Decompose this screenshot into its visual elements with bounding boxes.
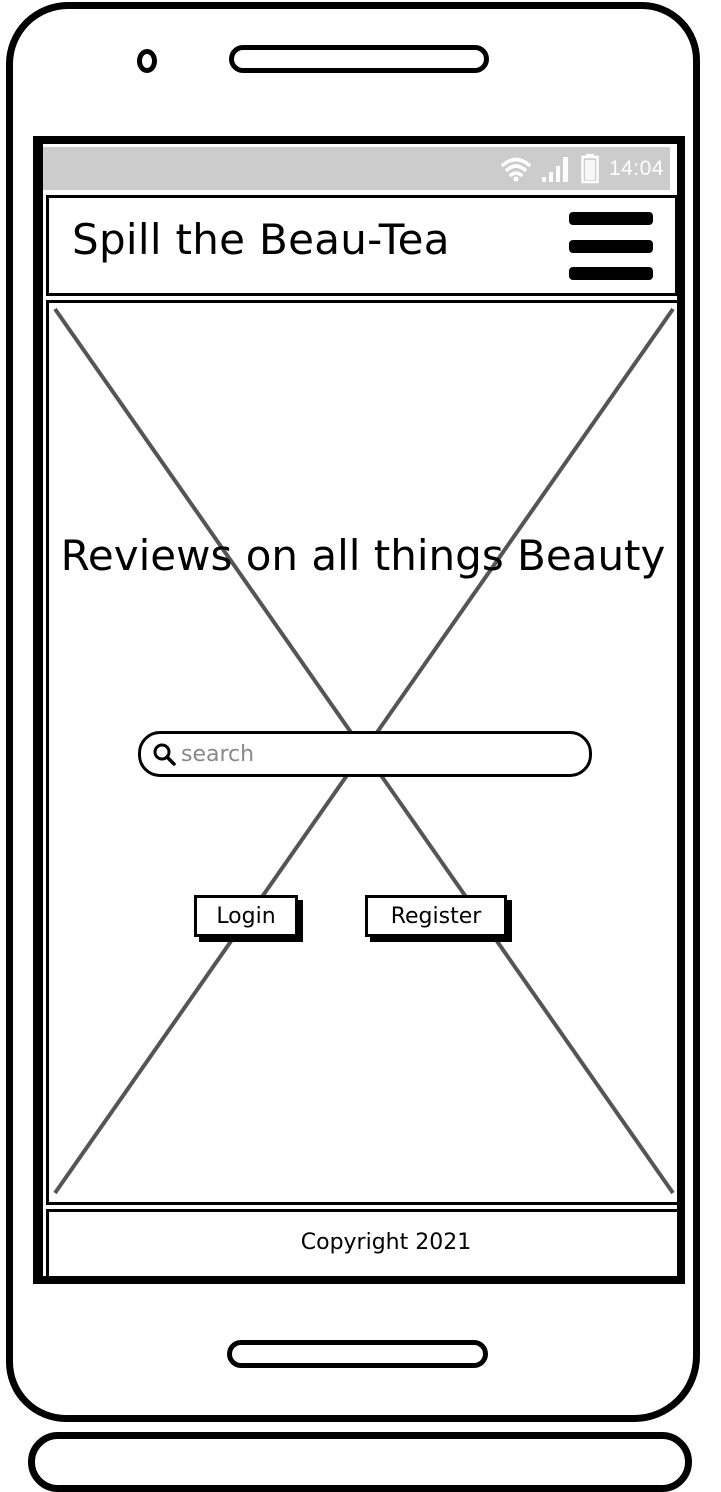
search-bar[interactable] [138, 731, 592, 777]
login-button[interactable]: Login [194, 895, 298, 937]
bottom-speaker [227, 1340, 488, 1368]
hamburger-menu-icon[interactable] [569, 212, 653, 282]
status-bar: 14:04 [43, 147, 670, 190]
hero-title: Reviews on all things Beauty [60, 531, 666, 580]
copyright-text: Copyright 2021 [300, 1230, 472, 1255]
wifi-icon [501, 156, 531, 182]
menu-bar-bottom [569, 267, 653, 280]
phone-bottom-edge [28, 1432, 692, 1492]
app-title: Spill the Beau-Tea [72, 215, 450, 264]
battery-icon [581, 153, 599, 184]
app-header: Spill the Beau-Tea [46, 195, 678, 296]
register-button[interactable]: Register [365, 895, 507, 937]
status-icons: 14:04 [501, 147, 664, 190]
status-time: 14:04 [608, 156, 664, 180]
menu-bar-top [569, 212, 653, 225]
front-camera [137, 49, 157, 73]
hero-section: Reviews on all things Beauty Login Regis… [46, 300, 680, 1205]
search-input[interactable] [181, 741, 561, 767]
menu-bar-middle [569, 240, 653, 253]
signal-icon [541, 155, 571, 183]
page-footer: Copyright 2021 [46, 1209, 680, 1279]
search-icon [151, 741, 177, 767]
earpiece-speaker [229, 45, 489, 73]
